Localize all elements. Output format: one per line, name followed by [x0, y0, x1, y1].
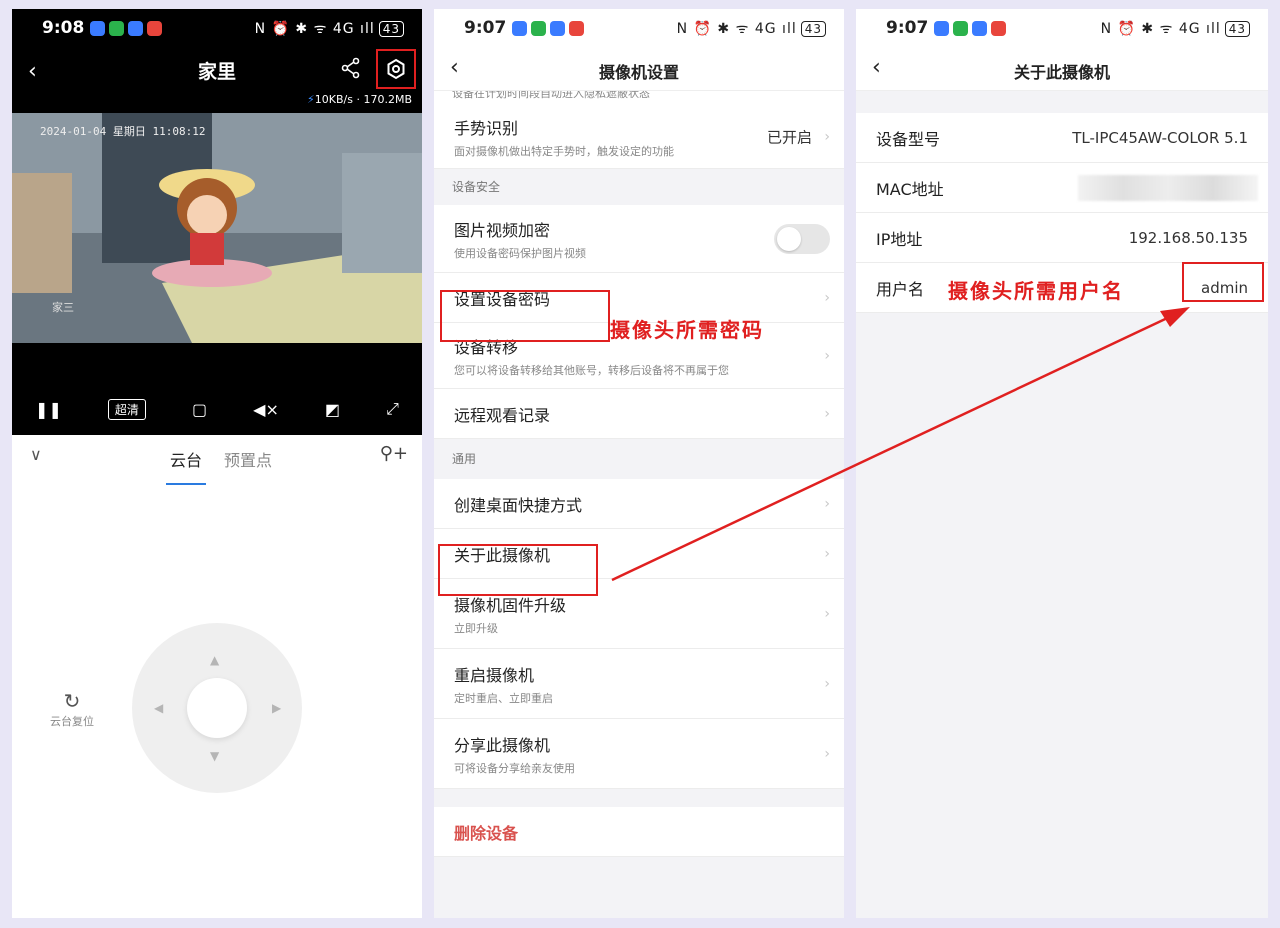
arrow-line [611, 311, 1179, 582]
annotation-arrow [611, 307, 1190, 582]
arrow-head [1160, 307, 1190, 327]
